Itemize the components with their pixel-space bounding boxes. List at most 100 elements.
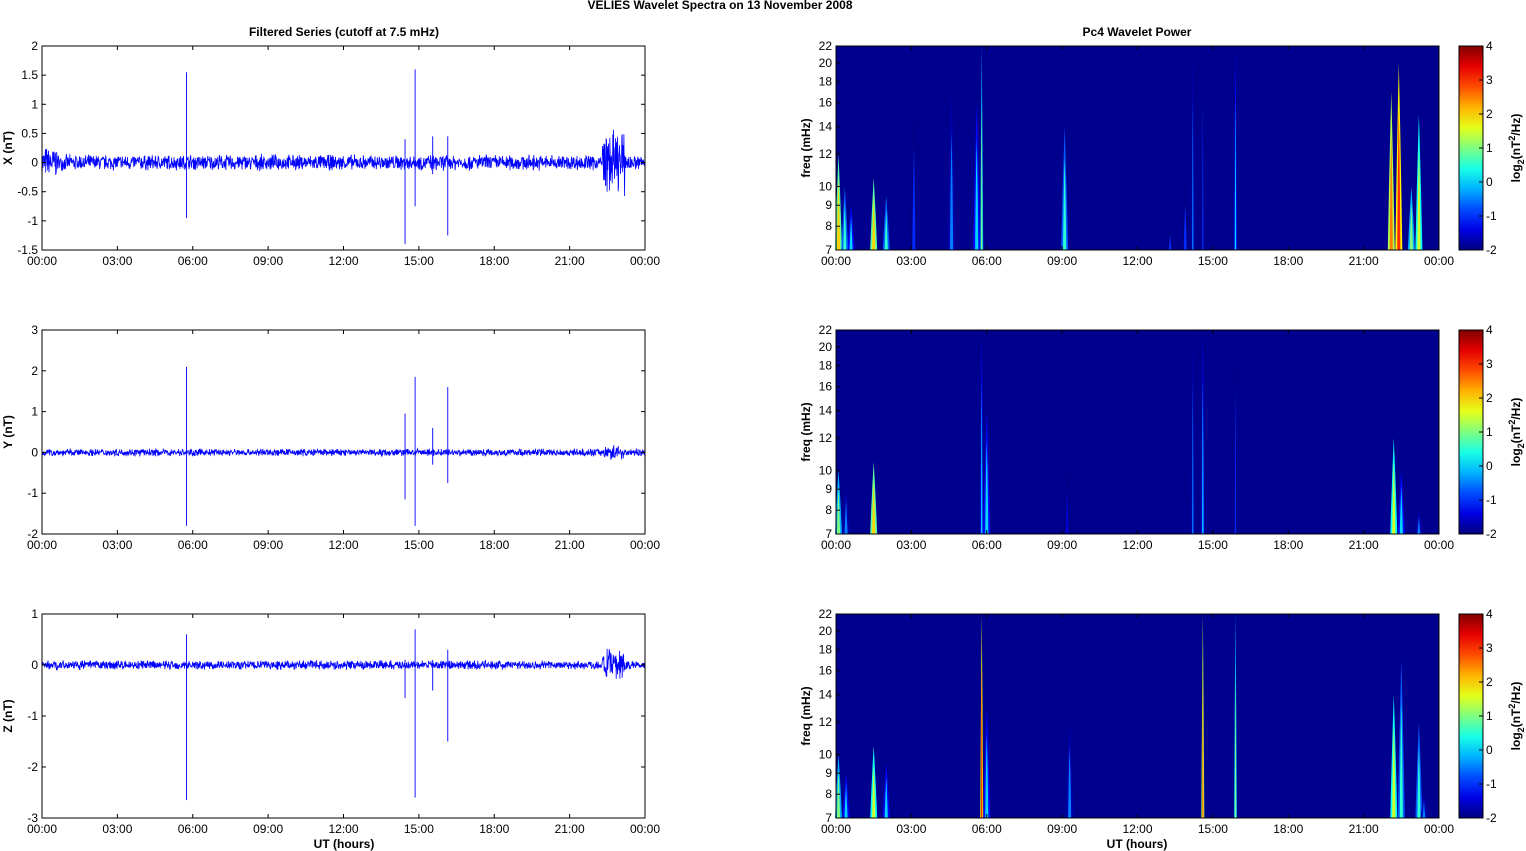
x-tick-label: 00:00 bbox=[27, 254, 57, 268]
x-tick-label: 06:00 bbox=[178, 538, 208, 552]
x-tick-label: 00:00 bbox=[27, 822, 57, 836]
y-tick-label: 0 bbox=[31, 445, 38, 459]
colorbar-tick-label: -2 bbox=[1486, 527, 1497, 541]
y-tick-label: -1 bbox=[27, 486, 38, 500]
x-tick-label: 00:00 bbox=[630, 254, 660, 268]
unit: /Hz) bbox=[1509, 682, 1523, 704]
y-tick-label: 0 bbox=[31, 658, 38, 672]
y-tick-label: 2 bbox=[31, 39, 38, 53]
series-Y bbox=[41, 366, 646, 526]
x-tick-label: 00:00 bbox=[27, 538, 57, 552]
y-tick-label: 20 bbox=[819, 340, 833, 354]
x-tick-label: 00:00 bbox=[821, 254, 851, 268]
left-column-title: Filtered Series (cutoff at 7.5 mHz) bbox=[249, 25, 439, 39]
x-tick-label: 12:00 bbox=[1122, 538, 1152, 552]
freq-axis-label: freq (mHz) bbox=[799, 402, 813, 461]
y-tick-label: 18 bbox=[819, 643, 833, 657]
y-tick-label: 8 bbox=[825, 503, 832, 517]
unit: (nT bbox=[1509, 140, 1523, 159]
y-tick-label: 0 bbox=[31, 156, 38, 170]
x-tick-label: 15:00 bbox=[404, 538, 434, 552]
unit: (nT bbox=[1509, 708, 1523, 727]
x-tick-label: 21:00 bbox=[555, 538, 585, 552]
x-tick-label: 15:00 bbox=[1198, 822, 1228, 836]
colorbar-tick-label: 2 bbox=[1486, 391, 1493, 405]
x-tick-label: 09:00 bbox=[1047, 538, 1077, 552]
y-tick-label: 1 bbox=[31, 97, 38, 111]
y-tick-label: 12 bbox=[819, 715, 833, 729]
y-tick-label: 18 bbox=[819, 75, 833, 89]
x-tick-label: 15:00 bbox=[1198, 254, 1228, 268]
plot-frame bbox=[41, 613, 646, 819]
x-tick-label: 00:00 bbox=[1424, 254, 1454, 268]
x-tick-label: 18:00 bbox=[1273, 254, 1303, 268]
y-tick-label: 1 bbox=[31, 405, 38, 419]
x-tick-label: 09:00 bbox=[253, 822, 283, 836]
colorbar-tick-label: 3 bbox=[1486, 73, 1493, 87]
figure-title: VELIES Wavelet Spectra on 13 November 20… bbox=[587, 0, 852, 12]
y-tick-label: 16 bbox=[819, 96, 833, 110]
y-tick-label: 10 bbox=[819, 747, 833, 761]
colorbar-tick-label: -1 bbox=[1486, 209, 1497, 223]
x-tick-label: 21:00 bbox=[555, 822, 585, 836]
right-xlabel: UT (hours) bbox=[1107, 837, 1168, 851]
x-tick-label: 00:00 bbox=[630, 538, 660, 552]
colorbar-tick-label: 1 bbox=[1486, 709, 1493, 723]
y-tick-label: 3 bbox=[31, 323, 38, 337]
colorbar-tick-label: 2 bbox=[1486, 675, 1493, 689]
colorbar-tick-label: -1 bbox=[1486, 493, 1497, 507]
y-tick-label: 10 bbox=[819, 463, 833, 477]
x-tick-label: 00:00 bbox=[821, 822, 851, 836]
y-axis-label: Z (nT) bbox=[1, 699, 15, 732]
noise-trace bbox=[41, 648, 646, 679]
y-tick-label: 10 bbox=[819, 179, 833, 193]
series-Z bbox=[41, 629, 646, 801]
x-tick-label: 03:00 bbox=[896, 254, 926, 268]
wavelet-background bbox=[836, 614, 1439, 818]
y-tick-label: 16 bbox=[819, 664, 833, 678]
noise-trace bbox=[41, 445, 646, 460]
colorbar-label: log2(nT2/Hz) bbox=[1507, 114, 1526, 183]
x-tick-label: 06:00 bbox=[972, 254, 1002, 268]
y-tick-label: 20 bbox=[819, 624, 833, 638]
x-tick-label: 06:00 bbox=[972, 538, 1002, 552]
x-tick-label: 18:00 bbox=[1273, 822, 1303, 836]
colorbar-tick-label: -2 bbox=[1486, 811, 1497, 825]
y-tick-label: 0.5 bbox=[21, 126, 38, 140]
y-tick-label: -0.5 bbox=[17, 185, 38, 199]
colorbar-tick-label: 3 bbox=[1486, 357, 1493, 371]
plot-frame bbox=[41, 45, 646, 251]
freq-axis-label: freq (mHz) bbox=[799, 686, 813, 745]
y-axis-label: Y (nT) bbox=[1, 415, 15, 449]
y-tick-label: -1 bbox=[27, 709, 38, 723]
x-tick-label: 00:00 bbox=[1424, 538, 1454, 552]
x-tick-label: 03:00 bbox=[102, 538, 132, 552]
x-tick-label: 18:00 bbox=[479, 822, 509, 836]
left-xlabel: UT (hours) bbox=[314, 837, 375, 851]
x-tick-label: 15:00 bbox=[404, 822, 434, 836]
noise-trace bbox=[41, 129, 646, 197]
x-tick-label: 18:00 bbox=[479, 254, 509, 268]
x-tick-label: 00:00 bbox=[630, 822, 660, 836]
x-tick-label: 03:00 bbox=[896, 538, 926, 552]
y-tick-label: 8 bbox=[825, 219, 832, 233]
x-tick-label: 03:00 bbox=[102, 254, 132, 268]
x-tick-label: 09:00 bbox=[253, 254, 283, 268]
freq-axis-label: freq (mHz) bbox=[799, 118, 813, 177]
y-tick-label: 20 bbox=[819, 56, 833, 70]
colorbar-tick-label: 0 bbox=[1486, 743, 1493, 757]
wavelet-background bbox=[836, 46, 1439, 250]
y-tick-label: 9 bbox=[825, 482, 832, 496]
colorbar-tick-label: 0 bbox=[1486, 459, 1493, 473]
y-tick-label: 16 bbox=[819, 380, 833, 394]
x-tick-label: 18:00 bbox=[1273, 538, 1303, 552]
y-tick-label: 2 bbox=[31, 364, 38, 378]
y-tick-label: 9 bbox=[825, 198, 832, 212]
series-X bbox=[41, 69, 646, 245]
x-tick-label: 03:00 bbox=[102, 822, 132, 836]
x-tick-label: 00:00 bbox=[1424, 822, 1454, 836]
y-tick-label: -2 bbox=[27, 760, 38, 774]
y-tick-label: 14 bbox=[819, 688, 833, 702]
unit: /Hz) bbox=[1509, 398, 1523, 420]
x-tick-label: 21:00 bbox=[1349, 538, 1379, 552]
